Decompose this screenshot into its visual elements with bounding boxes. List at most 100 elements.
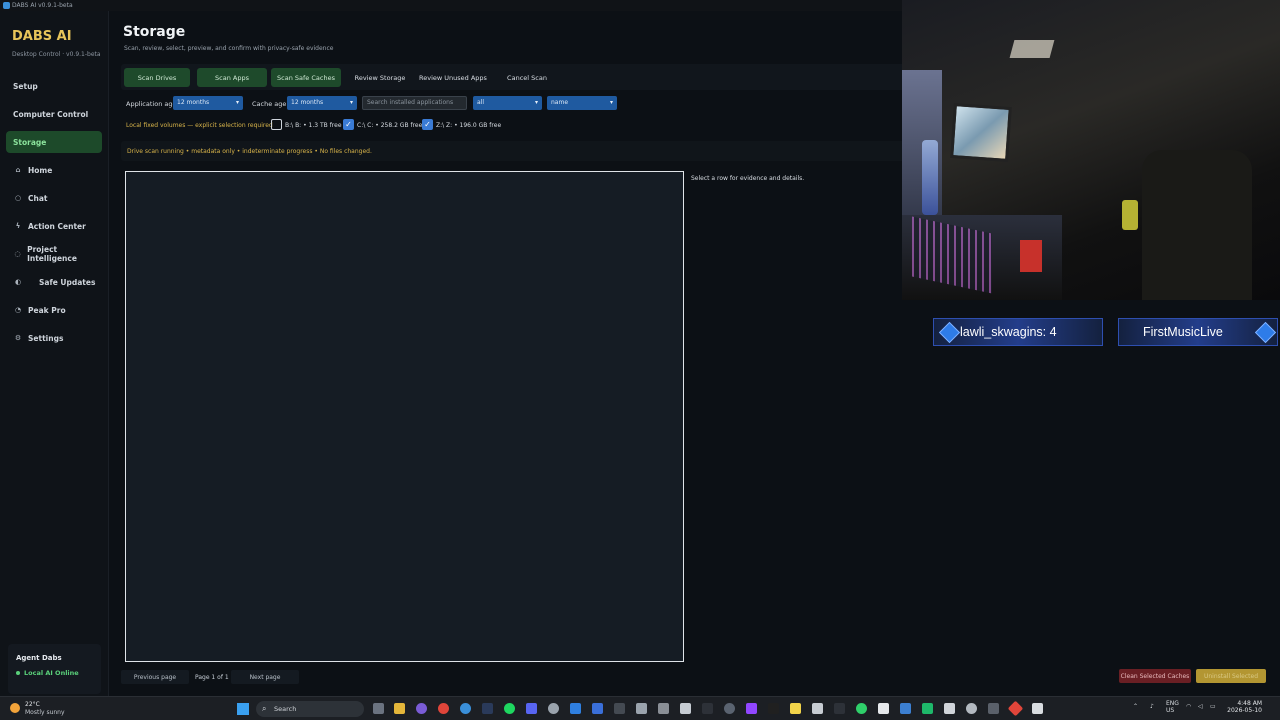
sidebar-item-label: Peak Pro xyxy=(28,305,66,315)
sidebar-item-computer-control[interactable]: Computer Control xyxy=(6,103,102,125)
page-info: Page 1 of 1 xyxy=(195,674,229,681)
tiktok-icon[interactable] xyxy=(768,703,779,714)
taskbar-search[interactable]: ⌕ Search xyxy=(256,701,364,717)
sidebar-item-home[interactable]: ⌂ Home xyxy=(6,159,102,181)
app-search-input[interactable]: Search installed applications xyxy=(362,96,467,110)
xbox-icon[interactable] xyxy=(636,703,647,714)
windows-start-icon[interactable] xyxy=(237,703,249,715)
sidebar-item-chat[interactable]: ○ Chat xyxy=(6,187,102,209)
page-subtitle: Scan, review, select, preview, and confi… xyxy=(124,45,334,52)
sticky-notes-icon[interactable] xyxy=(790,703,801,714)
detail-placeholder: Select a row for evidence and details. xyxy=(691,175,805,182)
chrome-icon[interactable] xyxy=(438,703,449,714)
app-icon-green[interactable] xyxy=(856,703,867,714)
brain-icon: ◌ xyxy=(14,250,21,258)
sidebar-item-setup[interactable]: Setup xyxy=(6,75,102,97)
calendar-icon[interactable] xyxy=(680,703,691,714)
volume-z-checkbox[interactable]: ✓ xyxy=(422,119,433,130)
chevron-down-icon: ▾ xyxy=(534,99,538,106)
volume-icon[interactable]: ◁ xyxy=(1198,703,1203,710)
sidebar-item-project-intelligence[interactable]: ◌ Project Intelligence xyxy=(6,243,102,265)
shield-icon: ◐ xyxy=(14,278,22,286)
scan-safe-caches-button[interactable]: Scan Safe Caches xyxy=(271,68,341,87)
next-page-button[interactable]: Next page xyxy=(231,670,299,684)
previous-page-button[interactable]: Previous page xyxy=(121,670,189,684)
audio-icon[interactable] xyxy=(944,703,955,714)
app-icon-circle[interactable] xyxy=(724,703,735,714)
agent-status-text: Local AI Online xyxy=(24,669,79,677)
results-list[interactable] xyxy=(125,171,684,662)
sidebar-item-storage[interactable]: Storage xyxy=(6,131,102,153)
sidebar-item-peak-pro[interactable]: ◔ Peak Pro xyxy=(6,299,102,321)
mail-icon[interactable] xyxy=(592,703,603,714)
sidebar-item-label: Action Center xyxy=(28,221,86,231)
file-explorer-icon[interactable] xyxy=(394,703,405,714)
app-icon-purple[interactable] xyxy=(416,703,427,714)
app-icon-grey[interactable] xyxy=(548,703,559,714)
app-age-select[interactable]: 12 months ▾ xyxy=(173,96,243,110)
gear-icon: ⚙ xyxy=(14,334,22,342)
volume-b-checkbox[interactable] xyxy=(271,119,282,130)
app-icon-x[interactable] xyxy=(988,703,999,714)
sort-select[interactable]: name ▾ xyxy=(547,96,617,110)
volume-c-checkbox[interactable]: ✓ xyxy=(343,119,354,130)
sidebar-item-settings[interactable]: ⚙ Settings xyxy=(6,327,102,349)
sidebar-item-action-center[interactable]: ϟ Action Center xyxy=(6,215,102,237)
app-icon-blue[interactable] xyxy=(900,703,911,714)
clean-selected-caches-button[interactable]: Clean Selected Caches xyxy=(1119,669,1191,683)
sidebar-item-label: Setup xyxy=(13,81,38,91)
app-icon-diamond[interactable] xyxy=(1007,700,1024,717)
banner-left-text: lawli_skwagins: 4 xyxy=(960,325,1057,339)
webcam-red-object xyxy=(1020,240,1042,272)
brand-version: Desktop Control · v0.9.1-beta xyxy=(12,51,101,58)
app-icon-slot[interactable] xyxy=(834,703,845,714)
review-unused-apps-button[interactable]: Review Unused Apps xyxy=(417,68,489,87)
language-indicator[interactable]: ENG US xyxy=(1166,700,1179,714)
sidebar-item-label: Settings xyxy=(28,333,64,343)
vscode-icon[interactable] xyxy=(570,703,581,714)
sidebar-item-label: Project Intelligence xyxy=(27,245,77,263)
app-icon-dark[interactable] xyxy=(702,703,713,714)
uninstall-selected-button[interactable]: Uninstall Selected xyxy=(1196,669,1266,683)
cache-age-select[interactable]: 12 months ▾ xyxy=(287,96,357,110)
twitch-icon[interactable] xyxy=(746,703,757,714)
agent-status-card: Agent Dabs Local AI Online xyxy=(8,644,101,694)
webcam-overlay xyxy=(902,0,1280,300)
system-clock[interactable]: 4:48 AM 2026-05-10 xyxy=(1222,700,1262,714)
weather-desc: Mostly sunny xyxy=(25,709,65,716)
scan-drives-button[interactable]: Scan Drives xyxy=(124,68,190,87)
agent-status: Local AI Online xyxy=(16,669,79,677)
battery-icon[interactable]: ▭ xyxy=(1210,703,1216,710)
terminal-icon[interactable] xyxy=(614,703,625,714)
sidebar: DABS AI Desktop Control · v0.9.1-beta Se… xyxy=(0,11,109,696)
status-dot-icon xyxy=(16,671,20,675)
sidebar-item-label: Storage xyxy=(13,137,47,147)
review-storage-button[interactable]: Review Storage xyxy=(346,68,414,87)
app-icon-teal[interactable] xyxy=(922,703,933,714)
settings-gear-icon[interactable] xyxy=(966,703,977,714)
window-title: DABS AI v0.9.1-beta xyxy=(12,2,73,9)
wifi-icon[interactable]: ◠ xyxy=(1186,703,1191,710)
sidebar-item-label: Computer Control xyxy=(13,109,89,119)
type-filter-select[interactable]: all ▾ xyxy=(473,96,542,110)
volume-c-label: C:\ C: • 258.2 GB free xyxy=(357,122,423,129)
document-icon[interactable] xyxy=(878,703,889,714)
task-view-icon[interactable] xyxy=(373,703,384,714)
microphone-icon[interactable]: ♪ xyxy=(1150,703,1154,710)
app-icon-alien[interactable] xyxy=(812,703,823,714)
edge-icon[interactable] xyxy=(460,703,471,714)
sidebar-item-safe-updates[interactable]: ◐ Safe Updates xyxy=(6,271,102,293)
chevron-up-icon[interactable]: ⌃ xyxy=(1133,703,1138,710)
webcam-monitor xyxy=(950,103,1012,162)
discord-icon[interactable] xyxy=(526,703,537,714)
cancel-scan-button[interactable]: Cancel Scan xyxy=(493,68,561,87)
steam-icon[interactable] xyxy=(482,703,493,714)
spotify-icon[interactable] xyxy=(504,703,515,714)
taskbar-search-label: Search xyxy=(274,705,297,713)
stream-banner-right: FirstMusicLive xyxy=(1118,318,1278,346)
pagination: Previous page Page 1 of 1 Next page xyxy=(121,670,1271,684)
volume-note: Local fixed volumes — explicit selection… xyxy=(126,122,273,129)
app-icon-note[interactable] xyxy=(1032,703,1043,714)
app-icon-tools[interactable] xyxy=(658,703,669,714)
scan-apps-button[interactable]: Scan Apps xyxy=(197,68,267,87)
